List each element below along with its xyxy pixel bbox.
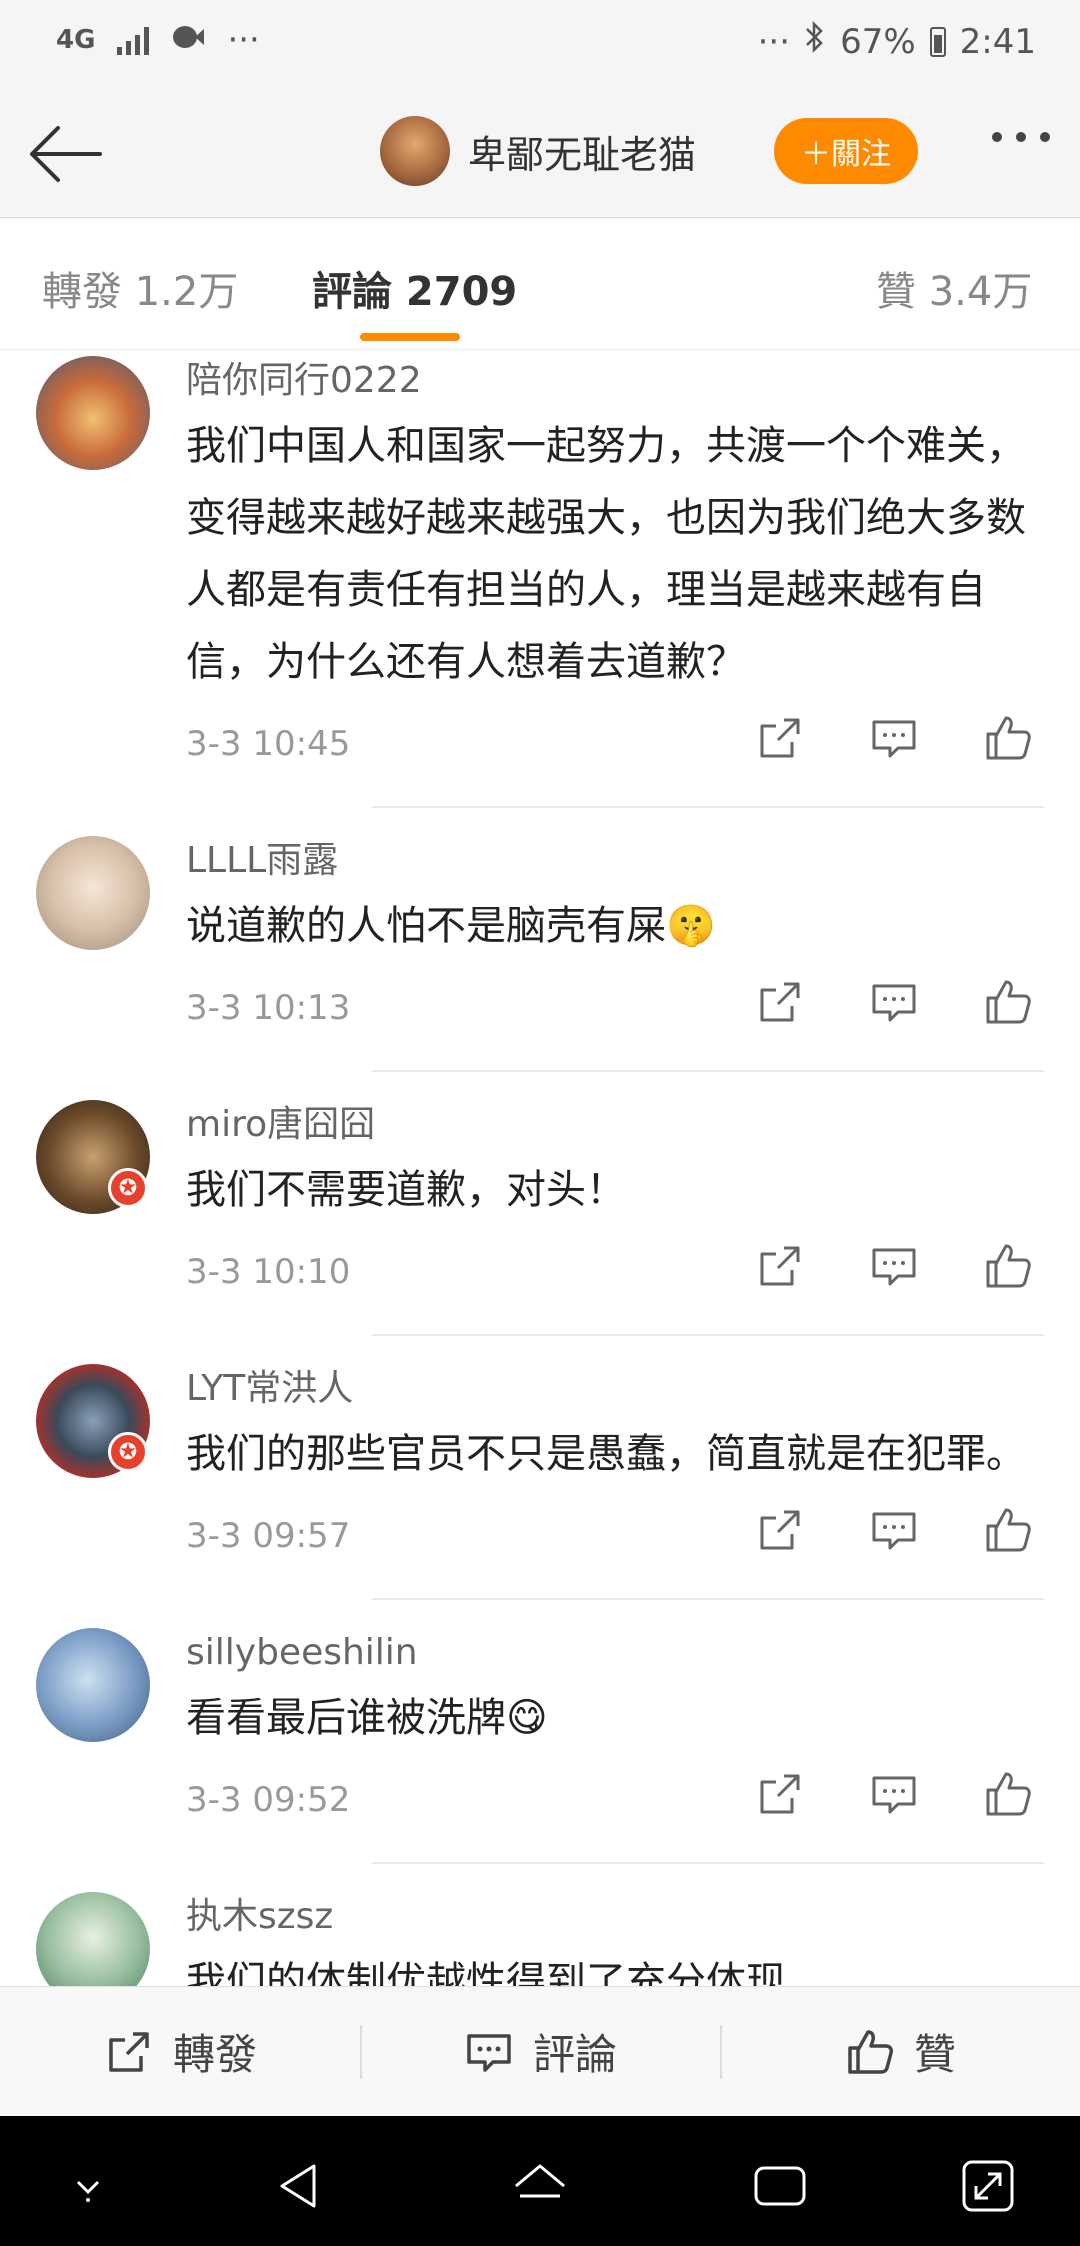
commenter-avatar[interactable] [36,1892,150,1986]
bottom-action-bar: 轉發 評論 贊 [0,1986,1080,2116]
commenter-name[interactable]: LYT常洪人 [186,1366,1044,1412]
comment-text: 我们不需要道歉，对头！ [186,1167,626,1213]
follow-button[interactable]: ＋關注 [774,118,918,184]
share-icon[interactable] [754,1504,806,1556]
comment-time: 3-3 10:10 [186,1252,351,1292]
commenter-name[interactable]: 陪你同行0222 [186,358,1044,404]
comment-item: 陪你同行0222 我们中国人和国家一起努力，共渡一个个难关，变得越来越好越来越强… [0,350,1080,808]
network-type: 4G [56,25,96,55]
like-icon[interactable] [982,712,1034,764]
status-dots-right: ··· [757,21,791,62]
status-bar: 4G ··· ··· 67% 2:41 [0,0,1080,90]
tab-comments[interactable]: 評論 2709 [312,259,517,317]
like-icon[interactable] [982,976,1034,1028]
comment-divider [372,806,1044,808]
comment-text: 我们的体制优越性得到了充分体现 [186,1959,786,1986]
reply-icon[interactable] [868,712,920,764]
thumbs-up-icon [848,2029,893,2074]
commenter-name[interactable]: 执木szsz [186,1894,1044,1940]
comment-item: ✪ LYT常洪人 我们的那些官员不只是愚蠢，简直就是在犯罪。 3-3 09:57 [0,1358,1080,1600]
comment-divider [372,1334,1044,1336]
battery-percent: 67% [840,21,916,62]
share-icon[interactable] [754,712,806,764]
comment-time: 3-3 10:13 [186,988,351,1028]
bluetooth-icon [804,20,826,63]
comment-item: LLLL雨露 说道歉的人怕不是脑壳有屎🤫 3-3 10:13 [0,830,1080,1072]
comment-text: 我们中国人和国家一起努力，共渡一个个难关，变得越来越好越来越强大，也因为我们绝大… [186,423,1026,685]
comment-item: 执木szsz 我们的体制优越性得到了充分体现 [0,1886,1080,1986]
comment-time: 3-3 09:57 [186,1516,351,1556]
reply-icon[interactable] [868,1768,920,1820]
back-arrow-icon[interactable] [28,118,104,190]
comment-button[interactable]: 評論 [360,1987,720,2116]
repost-label: 轉發 [172,2030,257,2079]
comment-item: ✪ miro唐囧囧 我们不需要道歉，对头！ 3-3 10:10 [0,1094,1080,1336]
verified-badge-icon: ✪ [108,1432,148,1472]
comment-text: 说道歉的人怕不是脑壳有屎🤫 [186,903,716,949]
author-name[interactable]: 卑鄙无耻老猫 [468,124,696,179]
tab-reposts[interactable]: 轉發 1.2万 [42,259,238,317]
battery-icon [929,26,946,57]
active-tab-indicator [360,333,460,341]
commenter-name[interactable]: miro唐囧囧 [186,1102,1044,1148]
comment-divider [372,1598,1044,1600]
reply-icon[interactable] [868,1240,920,1292]
comment-label: 評論 [532,2030,617,2079]
like-icon[interactable] [982,1504,1034,1556]
signal-icon [117,25,150,55]
hide-keyboard-icon[interactable] [58,2156,118,2216]
recent-apps-icon[interactable] [750,2156,810,2216]
commenter-avatar[interactable] [36,1628,150,1742]
comment-item: sillybeeshilin 看看最后谁被洗牌😋 3-3 09:52 [0,1622,1080,1864]
commenter-name[interactable]: sillybeeshilin [186,1630,1044,1676]
comment-text: 我们的那些官员不只是愚蠢，简直就是在犯罪。 [186,1431,1026,1477]
reply-icon[interactable] [868,1504,920,1556]
comment-icon [467,2033,511,2072]
comment-divider [372,1862,1044,1864]
verified-badge-icon: ✪ [108,1168,148,1208]
author-avatar[interactable] [380,116,450,186]
comment-time: 3-3 09:52 [186,1780,351,1820]
tab-likes[interactable]: 贊 3.4万 [876,259,1032,317]
more-icon[interactable] [992,132,1050,142]
like-label: 贊 [913,2030,956,2079]
fish-icon [171,20,205,60]
like-button[interactable]: 贊 [720,1987,1080,2116]
back-nav-icon[interactable] [270,2156,330,2216]
like-icon[interactable] [982,1768,1034,1820]
comment-time: 3-3 10:45 [186,724,351,764]
comment-text: 看看最后谁被洗牌😋 [186,1695,548,1741]
clock: 2:41 [959,21,1036,62]
header: 卑鄙无耻老猫 ＋關注 [0,90,1080,218]
share-icon[interactable] [754,1240,806,1292]
like-icon[interactable] [982,1240,1034,1292]
repost-icon [109,2031,149,2072]
tab-bar: 轉發 1.2万 評論 2709 贊 3.4万 [0,219,1080,350]
reply-icon[interactable] [868,976,920,1028]
commenter-avatar[interactable] [36,356,150,470]
repost-button[interactable]: 轉發 [0,1987,360,2116]
system-nav-bar [0,2116,1080,2246]
home-nav-icon[interactable] [510,2156,570,2216]
comment-divider [372,1070,1044,1072]
share-icon[interactable] [754,976,806,1028]
status-dots-left: ··· [227,20,260,60]
expand-icon[interactable] [958,2156,1018,2216]
commenter-avatar[interactable] [36,836,150,950]
commenter-name[interactable]: LLLL雨露 [186,838,1044,884]
share-icon[interactable] [754,1768,806,1820]
post-author[interactable]: 卑鄙无耻老猫 [380,116,696,186]
comment-list[interactable]: 陪你同行0222 我们中国人和国家一起努力，共渡一个个难关，变得越来越好越来越强… [0,350,1080,1986]
